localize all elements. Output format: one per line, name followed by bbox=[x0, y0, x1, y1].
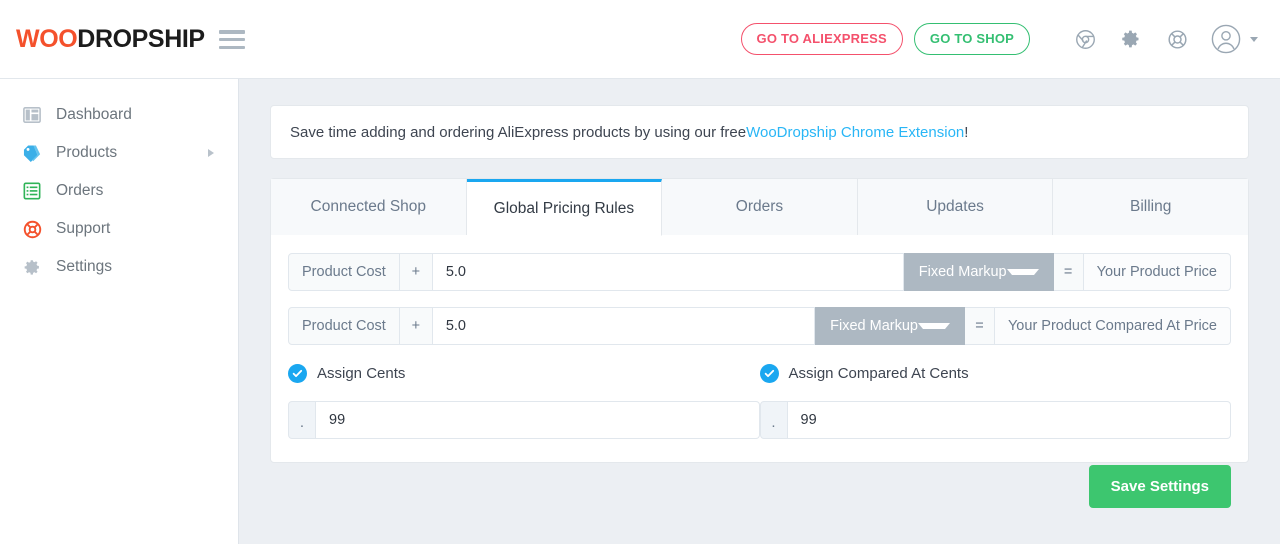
banner-text-before: Save time adding and ordering AliExpress… bbox=[290, 123, 747, 141]
plus-operator-label: + bbox=[399, 253, 433, 291]
top-bar-actions: GO TO ALIEXPRESS GO TO SHOP bbox=[740, 23, 1258, 55]
compared-markup-value-input[interactable]: 5.0 bbox=[432, 307, 816, 345]
cents-prefix-label: . bbox=[288, 401, 316, 439]
equals-operator-label: = bbox=[1053, 253, 1084, 291]
user-avatar-icon[interactable] bbox=[1211, 24, 1241, 54]
sidebar-item-orders[interactable]: Orders bbox=[0, 172, 238, 210]
product-cost-label: Product Cost bbox=[288, 307, 400, 345]
logo-wordmark: WOODROPSHIP bbox=[16, 24, 205, 53]
brand-logo[interactable]: WOODROPSHIP bbox=[16, 24, 245, 53]
sidebar-item-label: Products bbox=[56, 144, 118, 161]
assign-compared-at-cents-label: Assign Compared At Cents bbox=[788, 364, 969, 382]
pricing-rule-row-product-price: Product Cost + 5.0 Fixed Markup = Your P… bbox=[288, 253, 1231, 291]
logo-woo-text: WOO bbox=[16, 24, 78, 53]
sidebar-item-label: Support bbox=[56, 220, 111, 237]
tab-orders[interactable]: Orders bbox=[662, 179, 858, 235]
gear-icon bbox=[22, 257, 42, 277]
tab-billing[interactable]: Billing bbox=[1053, 179, 1248, 235]
hamburger-bar bbox=[218, 30, 245, 34]
save-settings-button[interactable]: Save Settings bbox=[1088, 465, 1231, 508]
assign-cents-label: Assign Cents bbox=[317, 364, 406, 382]
top-bar-icon-group bbox=[1073, 24, 1258, 54]
banner-text-after: ! bbox=[964, 123, 969, 141]
pricing-rule-row-compared-at-price: Product Cost + 5.0 Fixed Markup = Your P… bbox=[288, 307, 1231, 345]
cents-input-group: . 99 bbox=[288, 401, 760, 439]
hamburger-icon[interactable] bbox=[218, 29, 245, 49]
chevron-down-icon bbox=[917, 323, 950, 329]
chevron-down-icon[interactable] bbox=[1250, 36, 1258, 42]
sidebar-item-support[interactable]: Support bbox=[0, 210, 238, 248]
checkbox-checked-icon[interactable] bbox=[288, 363, 307, 383]
top-navigation-bar: WOODROPSHIP GO TO ALIEXPRESS GO TO SHOP bbox=[0, 0, 1280, 79]
chevron-down-icon bbox=[1006, 269, 1039, 275]
compared-at-price-result-label: Your Product Compared At Price bbox=[994, 307, 1231, 345]
equals-operator-label: = bbox=[964, 307, 995, 345]
sidebar-item-label: Settings bbox=[56, 258, 113, 275]
pricing-rules-form: Product Cost + 5.0 Fixed Markup = Your P… bbox=[271, 235, 1248, 508]
tab-connected-shop[interactable]: Connected Shop bbox=[271, 179, 467, 235]
sidebar-item-dashboard[interactable]: Dashboard bbox=[0, 96, 238, 134]
plus-operator-label: + bbox=[399, 307, 433, 345]
chrome-extension-link[interactable]: WooDropship Chrome Extension bbox=[746, 124, 964, 141]
assign-cents-column: Assign Cents . 99 bbox=[288, 361, 760, 439]
compared-cents-input-group: . 99 bbox=[759, 401, 1231, 439]
markup-type-select[interactable]: Fixed Markup bbox=[903, 253, 1054, 291]
list-icon bbox=[22, 181, 42, 201]
markup-type-value: Fixed Markup bbox=[918, 264, 1007, 280]
cents-value-input[interactable]: 99 bbox=[316, 401, 760, 439]
chrome-icon[interactable] bbox=[1073, 27, 1097, 51]
chrome-extension-banner: Save time adding and ordering AliExpress… bbox=[270, 105, 1249, 159]
assign-cents-checkbox-group: Assign Cents . 99 Assign Compared At Cen… bbox=[288, 361, 1231, 439]
settings-panel: Connected Shop Global Pricing Rules Orde… bbox=[270, 178, 1249, 508]
product-cost-label: Product Cost bbox=[288, 253, 400, 291]
sidebar-item-label: Orders bbox=[56, 182, 104, 199]
assign-compared-at-cents-checkbox-row[interactable]: Assign Compared At Cents bbox=[759, 361, 1232, 385]
logo-dropship-text: DROPSHIP bbox=[77, 24, 205, 53]
main-content-area: Save time adding and ordering AliExpress… bbox=[239, 79, 1280, 544]
lifebuoy-icon bbox=[22, 219, 42, 239]
sidebar-navigation: Dashboard Products Orders Support Settin… bbox=[0, 79, 239, 544]
hamburger-bar bbox=[218, 37, 245, 42]
sidebar-item-products[interactable]: Products bbox=[0, 134, 238, 172]
sidebar-item-settings[interactable]: Settings bbox=[0, 248, 238, 286]
cents-prefix-label: . bbox=[759, 401, 788, 439]
compared-markup-type-select[interactable]: Fixed Markup bbox=[815, 307, 965, 345]
go-to-shop-button[interactable]: GO TO SHOP bbox=[913, 23, 1030, 55]
compared-cents-value-input[interactable]: 99 bbox=[787, 401, 1231, 439]
tab-bar: Connected Shop Global Pricing Rules Orde… bbox=[271, 179, 1248, 236]
tab-global-pricing-rules[interactable]: Global Pricing Rules bbox=[466, 179, 663, 236]
chevron-right-icon[interactable] bbox=[208, 149, 214, 157]
product-price-result-label: Your Product Price bbox=[1083, 253, 1231, 291]
markup-type-value: Fixed Markup bbox=[830, 318, 918, 334]
tags-icon bbox=[22, 143, 42, 163]
assign-compared-at-cents-column: Assign Compared At Cents . 99 bbox=[759, 361, 1232, 439]
sidebar-item-label: Dashboard bbox=[56, 106, 132, 123]
assign-cents-checkbox-row[interactable]: Assign Cents bbox=[288, 361, 760, 385]
go-to-aliexpress-button[interactable]: GO TO ALIEXPRESS bbox=[740, 23, 903, 55]
lifebuoy-icon[interactable] bbox=[1165, 27, 1189, 51]
tab-updates[interactable]: Updates bbox=[857, 179, 1054, 235]
form-footer: Save Settings bbox=[288, 465, 1231, 508]
checkbox-checked-icon[interactable] bbox=[759, 363, 779, 383]
gear-icon[interactable] bbox=[1119, 27, 1143, 51]
hamburger-bar bbox=[218, 45, 245, 49]
dashboard-icon bbox=[22, 105, 42, 125]
markup-value-input[interactable]: 5.0 bbox=[432, 253, 904, 291]
